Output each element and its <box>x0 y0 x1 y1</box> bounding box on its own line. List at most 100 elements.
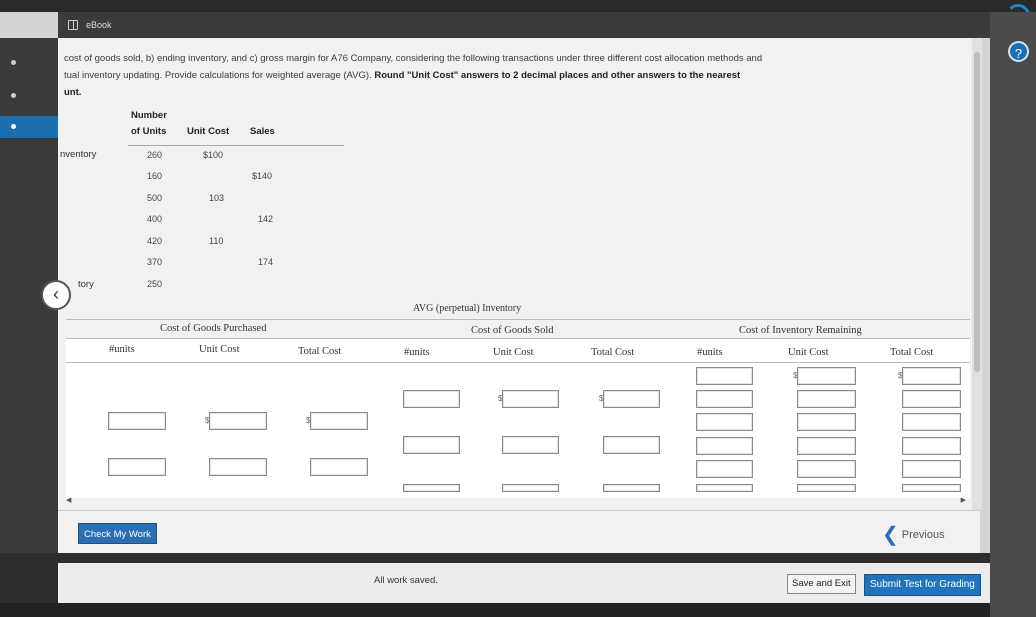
table-cell: 174 <box>258 257 274 267</box>
col-p-units: #units <box>109 344 135 355</box>
r-total-input-2[interactable] <box>902 390 961 408</box>
table-cell: 250 <box>147 279 163 289</box>
header-number: Number <box>131 110 167 121</box>
p-units-input-2[interactable] <box>108 458 166 476</box>
r-units-input-5[interactable] <box>696 460 753 478</box>
header-unit-cost: Unit Cost <box>187 126 230 137</box>
col-s-units: #units <box>404 347 430 358</box>
table-cell: 500 <box>147 193 163 203</box>
row-label-ending: tory <box>78 279 94 290</box>
s-unit-cost-input-3[interactable] <box>502 484 559 492</box>
r-units-input-1[interactable] <box>696 367 753 385</box>
col-r-unit-cost: Unit Cost <box>788 347 829 358</box>
avg-table-title: AVG (perpetual) Inventory <box>413 303 522 314</box>
p-total-input-1[interactable] <box>310 412 368 430</box>
r-total-input-3[interactable] <box>902 413 961 431</box>
table-cell: 260 <box>147 150 163 160</box>
table-cell: 142 <box>258 214 274 224</box>
question-nav-item-1[interactable] <box>11 60 16 65</box>
section-remaining: Cost of Inventory Remaining <box>739 325 862 336</box>
col-r-total: Total Cost <box>890 347 934 358</box>
avg-section-headers: Cost of Goods Purchased Cost of Goods So… <box>66 319 970 339</box>
r-total-input-5[interactable] <box>902 460 961 478</box>
content-footer <box>58 510 980 553</box>
left-bottom-panel <box>0 563 58 603</box>
table-cell: 400 <box>147 214 163 224</box>
r-unit-cost-input-1[interactable] <box>797 367 856 385</box>
header-sales: Sales <box>250 126 275 137</box>
avg-column-headers: #units Unit Cost Total Cost #units Unit … <box>66 339 970 363</box>
table-cell: 370 <box>147 257 163 267</box>
r-unit-cost-input-4[interactable] <box>797 437 856 455</box>
r-units-input-4[interactable] <box>696 437 753 455</box>
s-total-input-3[interactable] <box>603 484 660 492</box>
question-line-3: unt. <box>64 87 82 98</box>
scroll-left-icon[interactable]: ◀ <box>66 496 71 504</box>
book-icon <box>68 20 78 30</box>
s-units-input-3[interactable] <box>403 484 460 492</box>
chevron-left-icon: ❮ <box>882 524 899 546</box>
s-total-input-2[interactable] <box>603 436 660 454</box>
question-text: cost of goods sold, b) ending inventory,… <box>64 50 894 101</box>
ebook-header[interactable]: eBook <box>58 12 990 38</box>
window-top-bar <box>0 0 1036 12</box>
question-content: cost of goods sold, b) ending inventory,… <box>58 38 980 510</box>
previous-label: Previous <box>901 529 945 541</box>
s-unit-cost-input-1[interactable] <box>502 390 559 408</box>
scrollbar-thumb[interactable] <box>974 52 980 372</box>
right-panel <box>990 12 1036 617</box>
col-r-units: #units <box>697 347 723 358</box>
previous-button[interactable]: ❮ Previous <box>882 524 945 546</box>
r-units-input-2[interactable] <box>696 390 753 408</box>
r-units-input-3[interactable] <box>696 413 753 431</box>
table-cell: 110 <box>209 236 224 246</box>
table-cell: $100 <box>203 150 224 160</box>
section-sold: Cost of Goods Sold <box>471 325 554 336</box>
submit-test-button[interactable]: Submit Test for Grading <box>864 574 981 596</box>
table-header-rule <box>128 145 344 146</box>
save-and-exit-button[interactable]: Save and Exit <box>787 574 856 594</box>
p-total-input-2[interactable] <box>310 458 368 476</box>
scroll-right-icon[interactable]: ▶ <box>961 496 966 504</box>
horizontal-scrollbar[interactable]: ◀ ▶ <box>66 496 966 504</box>
back-arrow-icon[interactable]: ‹ <box>41 280 71 310</box>
status-divider <box>0 553 990 563</box>
table-cell: 103 <box>209 193 225 203</box>
r-units-input-6[interactable] <box>696 484 753 492</box>
p-unit-cost-input-1[interactable] <box>209 412 267 430</box>
ebook-title: eBook <box>86 20 112 30</box>
table-cell: $140 <box>252 171 273 181</box>
table-cell: 160 <box>147 171 163 181</box>
s-total-input-1[interactable] <box>603 390 660 408</box>
question-nav-item-2[interactable] <box>11 93 16 98</box>
col-p-total: Total Cost <box>298 346 342 357</box>
r-total-input-4[interactable] <box>902 437 961 455</box>
p-unit-cost-input-2[interactable] <box>209 458 267 476</box>
question-nav-item-active[interactable] <box>0 116 58 138</box>
question-line-1: cost of goods sold, b) ending inventory,… <box>64 53 763 64</box>
row-label-inventory: nventory <box>60 149 97 160</box>
col-s-total: Total Cost <box>591 347 635 358</box>
save-status: All work saved. <box>374 575 438 586</box>
check-my-work-button[interactable]: Check My Work <box>78 523 157 544</box>
table-cell: 420 <box>147 236 163 246</box>
r-total-input-1[interactable] <box>902 367 961 385</box>
p-units-input-1[interactable] <box>108 412 166 430</box>
r-unit-cost-input-3[interactable] <box>797 413 856 431</box>
r-unit-cost-input-2[interactable] <box>797 390 856 408</box>
r-unit-cost-input-6[interactable] <box>797 484 856 492</box>
col-s-unit-cost: Unit Cost <box>493 347 534 358</box>
taskbar <box>0 603 990 617</box>
help-button[interactable]: ? <box>1008 41 1029 62</box>
s-unit-cost-input-2[interactable] <box>502 436 559 454</box>
s-units-input-1[interactable] <box>403 390 460 408</box>
active-dot <box>11 124 16 129</box>
r-unit-cost-input-5[interactable] <box>797 460 856 478</box>
header-of-units: of Units <box>131 126 167 137</box>
col-p-unit-cost: Unit Cost <box>199 344 240 355</box>
vertical-scrollbar[interactable] <box>972 38 982 510</box>
section-purchased: Cost of Goods Purchased <box>160 323 267 334</box>
s-units-input-2[interactable] <box>403 436 460 454</box>
question-line-2: tual inventory updating. Provide calcula… <box>64 70 741 81</box>
r-total-input-6[interactable] <box>902 484 961 492</box>
